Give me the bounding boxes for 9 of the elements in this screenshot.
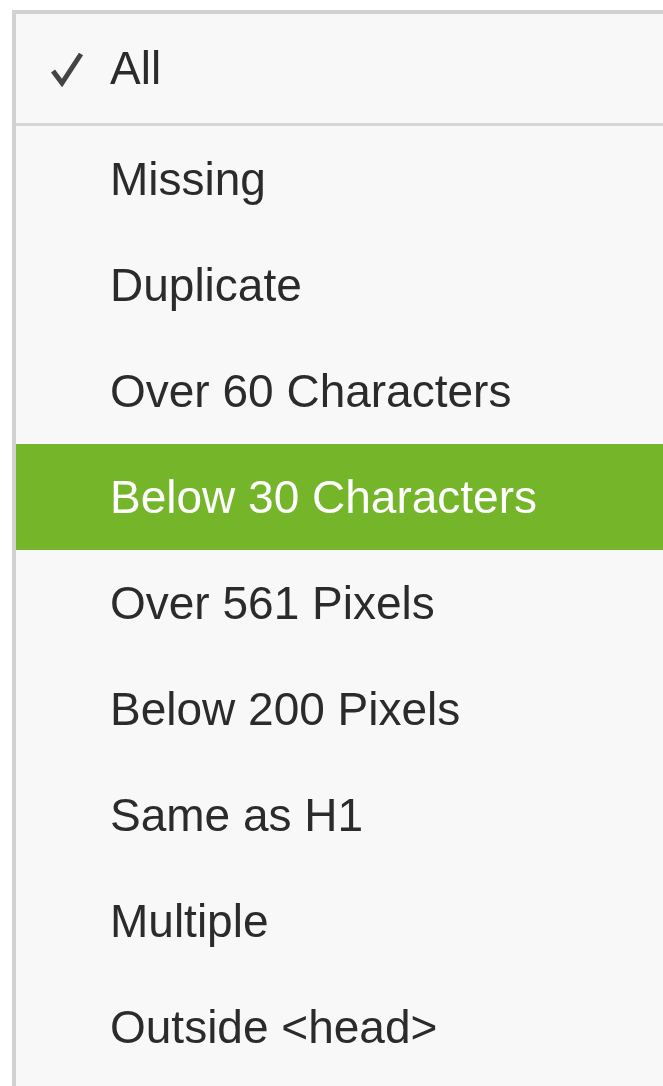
menu-item[interactable]: Below 200 Pixels [16, 656, 663, 762]
menu-item[interactable]: Multiple [16, 868, 663, 974]
menu-item[interactable]: Outside <head> [16, 974, 663, 1080]
menu-item[interactable]: Over 561 Pixels [16, 550, 663, 656]
menu-item[interactable]: Duplicate [16, 232, 663, 338]
menu-item[interactable]: Missing [16, 126, 663, 232]
menu-item[interactable]: Same as H1 [16, 762, 663, 868]
menu-item[interactable]: Over 60 Characters [16, 338, 663, 444]
menu-item[interactable]: All [110, 34, 162, 103]
